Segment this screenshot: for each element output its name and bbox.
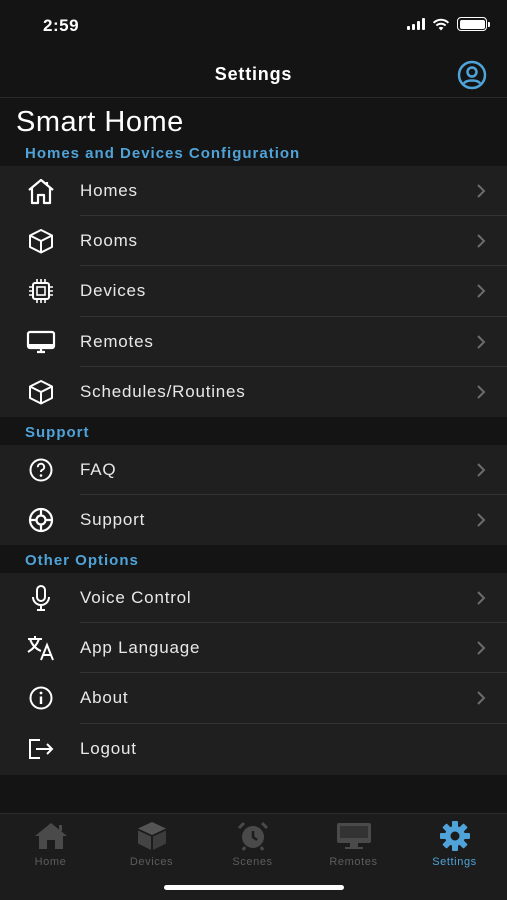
- row-label: Devices: [80, 281, 147, 301]
- tab-devices[interactable]: Devices: [101, 820, 202, 868]
- navigation-bar: Settings: [0, 52, 507, 98]
- chevron-right-icon: [477, 334, 486, 349]
- status-icons: [407, 17, 490, 31]
- tab-home[interactable]: Home: [0, 820, 101, 868]
- translate-icon: [25, 632, 57, 664]
- chevron-right-icon: [477, 691, 486, 706]
- row-label: Voice Control: [80, 588, 192, 608]
- settings-row-about[interactable]: About: [0, 673, 507, 724]
- chevron-right-icon: [477, 184, 486, 198]
- tab-label: Settings: [432, 856, 477, 868]
- chevron-right-icon: [477, 641, 486, 655]
- tab-scenes[interactable]: Scenes: [202, 820, 303, 868]
- chevron-right-icon: [477, 385, 486, 399]
- chevron-right-icon: [477, 591, 486, 605]
- chevron-right-icon: [477, 463, 486, 477]
- row-label: Remotes: [80, 331, 154, 351]
- monitor-icon: [303, 820, 404, 852]
- support-group: FAQ Support: [0, 445, 507, 546]
- tab-label: Home: [34, 856, 67, 868]
- house-icon: [25, 175, 57, 207]
- settings-row-support[interactable]: Support: [0, 495, 507, 545]
- settings-row-schedules[interactable]: Schedules/Routines: [0, 367, 507, 417]
- settings-row-app-language[interactable]: App Language: [0, 623, 507, 674]
- section-header-configuration: Homes and Devices Configuration: [0, 140, 507, 168]
- page-heading: Smart Home: [16, 106, 184, 138]
- info-circle-icon: [25, 682, 57, 714]
- settings-row-rooms[interactable]: Rooms: [0, 216, 507, 267]
- alarm-clock-icon: [202, 820, 303, 852]
- logout-icon: [25, 733, 57, 765]
- settings-row-devices[interactable]: Devices: [0, 266, 507, 317]
- section-title: Support: [25, 424, 90, 441]
- chevron-right-icon: [477, 284, 486, 299]
- box-icon: [101, 820, 202, 852]
- row-label: Rooms: [80, 231, 138, 251]
- other-options-group: Voice Control App Language About Logout: [0, 573, 507, 775]
- section-header-support: Support: [0, 419, 507, 447]
- row-label: FAQ: [80, 460, 117, 480]
- question-circle-icon: [25, 454, 57, 486]
- row-label: App Language: [80, 638, 201, 658]
- row-label: Homes: [80, 181, 138, 201]
- home-indicator[interactable]: [164, 885, 344, 890]
- section-header-other-options: Other Options: [0, 547, 507, 575]
- tab-remotes[interactable]: Remotes: [303, 820, 404, 868]
- microphone-icon: [25, 582, 57, 614]
- cube-icon: [25, 225, 57, 257]
- row-label: Logout: [80, 738, 137, 758]
- chevron-right-icon: [477, 234, 486, 248]
- row-label: About: [80, 688, 129, 708]
- account-circle-icon: [457, 60, 487, 90]
- home-icon: [0, 820, 101, 852]
- wifi-icon: [432, 18, 450, 30]
- tab-label: Devices: [129, 856, 174, 868]
- chip-icon: [25, 275, 57, 307]
- section-title: Other Options: [25, 552, 139, 569]
- lifebuoy-icon: [25, 504, 57, 536]
- tab-label: Scenes: [232, 856, 273, 868]
- gear-icon: [404, 820, 505, 852]
- row-label: Support: [80, 510, 146, 530]
- status-bar: 2:59: [0, 0, 507, 52]
- monitor-icon: [25, 326, 57, 358]
- section-title: Homes and Devices Configuration: [25, 145, 301, 162]
- settings-row-faq[interactable]: FAQ: [0, 445, 507, 496]
- settings-row-homes[interactable]: Homes: [0, 166, 507, 217]
- battery-icon: [457, 17, 490, 31]
- cube-icon: [25, 376, 57, 408]
- nav-title: Settings: [214, 64, 293, 84]
- tab-settings[interactable]: Settings: [404, 820, 505, 868]
- cellular-signal-icon: [407, 18, 425, 30]
- settings-row-remotes[interactable]: Remotes: [0, 317, 507, 367]
- status-time: 2:59: [43, 16, 80, 35]
- tab-label: Remotes: [329, 856, 378, 868]
- chevron-right-icon: [477, 513, 486, 527]
- settings-row-voice-control[interactable]: Voice Control: [0, 573, 507, 624]
- settings-row-logout[interactable]: Logout: [0, 724, 507, 774]
- row-label: Schedules/Routines: [80, 381, 246, 401]
- configuration-group: Homes Rooms Devices Remotes Schedules/Ro…: [0, 166, 507, 417]
- profile-button[interactable]: [455, 58, 489, 92]
